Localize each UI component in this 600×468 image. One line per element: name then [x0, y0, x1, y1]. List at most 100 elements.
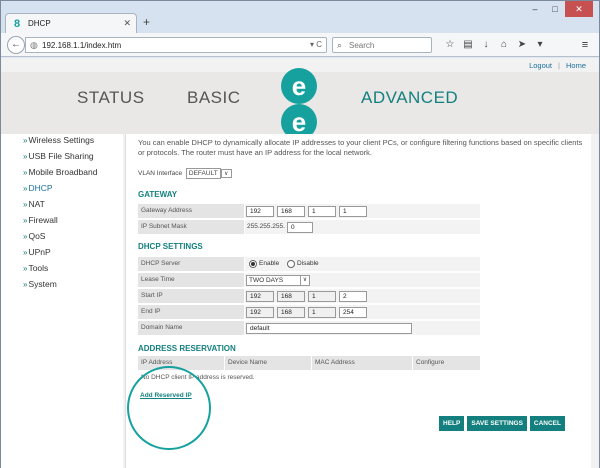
start-ip-2: 168	[277, 291, 305, 302]
chevron-down-icon[interactable]: ∨	[220, 169, 232, 178]
cancel-button[interactable]: CANCEL	[529, 416, 565, 431]
bullet-icon: »	[23, 184, 28, 193]
new-tab-icon[interactable]: +	[143, 15, 150, 29]
gateway-ip-4[interactable]: 1	[339, 206, 367, 217]
sidebar-item-usb[interactable]: »USB File Sharing	[23, 151, 94, 161]
col-mac-address: MAC Address	[312, 356, 412, 370]
minimize-icon[interactable]: –	[525, 1, 545, 17]
bullet-icon: »	[23, 232, 28, 241]
browser-tab[interactable]: 8 DHCP ✕	[5, 13, 137, 33]
bullet-icon: »	[23, 136, 28, 145]
download-icon[interactable]: ↓	[477, 37, 495, 53]
sidebar-item-upnp[interactable]: »UPnP	[23, 247, 51, 257]
address-reservation-title: ADDRESS RESERVATION	[138, 344, 236, 353]
vlan-select[interactable]: DEFAULT	[185, 168, 221, 179]
sidebar-item-nat[interactable]: »NAT	[23, 199, 45, 209]
dhcp-server-value: Enable Disable	[245, 257, 480, 271]
gateway-ip-2[interactable]: 168	[277, 206, 305, 217]
sidebar-label: DHCP	[28, 183, 53, 193]
sidebar-item-mobile[interactable]: »Mobile Broadband	[23, 167, 97, 177]
end-ip-4[interactable]: 254	[339, 307, 367, 318]
bullet-icon: »	[23, 200, 28, 209]
vlan-label: VLAN Interface	[138, 170, 183, 177]
sidebar-label: Firewall	[28, 215, 58, 225]
bullet-icon: »	[23, 264, 28, 273]
link-separator: |	[558, 61, 560, 70]
nav-status[interactable]: STATUS	[77, 88, 145, 108]
sidebar-item-tools[interactable]: »Tools	[23, 263, 48, 273]
maximize-icon[interactable]: □	[545, 1, 565, 17]
start-ip-3: 1	[308, 291, 336, 302]
home-link[interactable]: Home	[566, 61, 586, 70]
sidebar-label: NAT	[28, 199, 45, 209]
reload-icon[interactable]: ▾ C	[310, 40, 322, 49]
back-arrow-icon[interactable]: ←	[7, 36, 25, 54]
bullet-icon: »	[23, 168, 28, 177]
lease-time-select[interactable]: TWO DAYS ∨	[246, 275, 310, 286]
gateway-ip-3[interactable]: 1	[308, 206, 336, 217]
save-settings-button[interactable]: SAVE SETTINGS	[467, 416, 527, 431]
col-configure: Configure	[413, 356, 480, 370]
enable-radio[interactable]	[249, 260, 257, 268]
hamburger-menu-icon[interactable]: ≡	[577, 37, 593, 53]
logout-link[interactable]: Logout	[529, 61, 552, 70]
sidebar-label: Tools	[28, 263, 49, 273]
navigation-bar: ← ◍ 192.168.1.1/index.htm ▾ C ⌕ ☆ ▤ ↓ ⌂ …	[1, 33, 599, 57]
dhcp-server-row: DHCP Server Enable Disable	[138, 257, 480, 271]
end-ip-row: End IP 192 168 1 254	[138, 305, 480, 319]
ee-logo: e e	[275, 68, 323, 140]
toolbar-icons: ☆ ▤ ↓ ⌂ ➤ ▾	[441, 37, 549, 53]
lease-time-selected: TWO DAYS	[249, 277, 284, 284]
domain-name-row: Domain Name default	[138, 321, 480, 335]
tab-close-icon[interactable]: ✕	[123, 18, 131, 29]
close-window-icon[interactable]: ✕	[565, 1, 593, 17]
lease-time-row: Lease Time TWO DAYS ∨	[138, 273, 480, 287]
main-header: STATUS BASIC e e ADVANCED	[1, 68, 599, 140]
domain-name-value: default	[245, 321, 480, 335]
col-device-name: Device Name	[225, 356, 311, 370]
more-icon[interactable]: ▾	[531, 37, 549, 53]
clipboard-icon[interactable]: ▤	[459, 37, 477, 53]
end-ip-2: 168	[277, 307, 305, 318]
disable-radio[interactable]	[287, 260, 295, 268]
sidebar-item-wireless[interactable]: »Wireless Settings	[23, 135, 94, 145]
gateway-address-label: Gateway Address	[138, 204, 244, 218]
window-controls: – □ ✕	[525, 1, 593, 19]
subnet-mask-row: IP Subnet Mask 255.255.255. 0	[138, 220, 480, 234]
address-bar[interactable]: ◍ 192.168.1.1/index.htm ▾ C	[25, 37, 327, 53]
sidebar-item-dhcp[interactable]: »DHCP	[23, 183, 53, 193]
gateway-ip-1[interactable]: 192	[246, 206, 274, 217]
url-text[interactable]: 192.168.1.1/index.htm	[42, 41, 121, 50]
ee-favicon-icon: 8	[14, 18, 21, 30]
home-icon[interactable]: ⌂	[495, 37, 513, 53]
disable-label: Disable	[297, 260, 319, 267]
sidebar-label: Mobile Broadband	[28, 167, 98, 177]
sidebar-item-system[interactable]: »System	[23, 279, 57, 289]
sidebar-item-qos[interactable]: »QoS	[23, 231, 45, 241]
help-button[interactable]: HELP	[439, 416, 465, 431]
vlan-interface: VLAN Interface DEFAULT ∨	[138, 168, 232, 179]
nav-basic[interactable]: BASIC	[187, 88, 241, 108]
gateway-address-value: 192 168 1 1	[245, 204, 480, 218]
sidebar: »Wireless Settings »USB File Sharing »Mo…	[1, 134, 123, 468]
bookmark-star-icon[interactable]: ☆	[441, 37, 459, 53]
start-ip-4[interactable]: 2	[339, 291, 367, 302]
action-buttons: HELP SAVE SETTINGS CANCEL	[439, 416, 565, 431]
dhcp-server-label: DHCP Server	[138, 257, 244, 271]
search-input[interactable]	[349, 39, 429, 51]
intro-text: You can enable DHCP to dynamically alloc…	[138, 138, 583, 157]
domain-name-label: Domain Name	[138, 321, 244, 335]
end-ip-label: End IP	[138, 305, 244, 319]
globe-icon: ◍	[30, 40, 38, 50]
sidebar-label: USB File Sharing	[28, 151, 94, 161]
search-box[interactable]: ⌕	[332, 37, 432, 53]
lease-time-value: TWO DAYS ∨	[245, 273, 480, 287]
top-links: Logout | Home	[526, 61, 589, 70]
sidebar-item-firewall[interactable]: »Firewall	[23, 215, 58, 225]
chevron-down-icon: ∨	[300, 275, 309, 286]
subnet-mask-last[interactable]: 0	[287, 222, 313, 233]
send-icon[interactable]: ➤	[513, 37, 531, 53]
nav-advanced[interactable]: ADVANCED	[361, 88, 458, 108]
domain-name-input[interactable]: default	[246, 323, 412, 334]
sidebar-label: UPnP	[28, 247, 51, 257]
